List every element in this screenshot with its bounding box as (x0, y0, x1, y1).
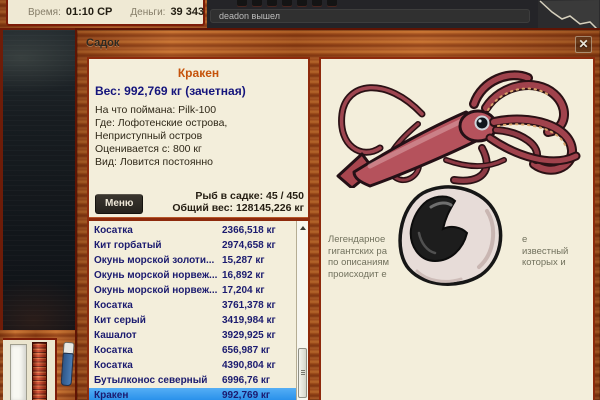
fish-name-heading: Кракен (89, 59, 308, 80)
row-weight: 3419,984 кг (222, 313, 276, 328)
row-weight: 3761,378 кг (222, 298, 276, 313)
row-weight: 992,769 кг (222, 388, 270, 400)
row-name: Окунь морской норвеж... (94, 285, 217, 296)
toolbar-icon[interactable] (282, 0, 292, 6)
list-scrollbar[interactable] (296, 221, 308, 400)
description-text: е (522, 234, 527, 245)
row-name: Бутылконос северный (94, 375, 207, 386)
fish-list-row[interactable]: Бутылконос северный 6996,76 кг (89, 373, 298, 388)
fish-info-panel: Кракен Вес: 992,769 кг (зачетная) На что… (87, 57, 310, 400)
fish-list-row[interactable]: Косатка 2366,518 кг (89, 223, 298, 238)
row-weight: 6996,76 кг (222, 373, 270, 388)
window-title: Садок (86, 37, 119, 49)
menu-button[interactable]: Меню (95, 194, 143, 214)
row-name: Кит горбатый (94, 240, 162, 251)
row-name: Кит серый (94, 315, 146, 326)
description-text: известный (522, 246, 568, 257)
row-weight: 3929,925 кг (222, 328, 276, 343)
fish-list-row[interactable]: Кит горбатый 2974,658 кг (89, 238, 298, 253)
fish-list-row-selected[interactable]: Кракен 992,769 кг (89, 388, 298, 400)
toolbar-icons (237, 0, 337, 6)
kraken-illustration (326, 62, 590, 188)
fish-list-row[interactable]: Окунь морской золоти... 15,287 кг (89, 253, 298, 268)
fish-list-row[interactable]: Окунь морской норвеж... 17,204 кг (89, 283, 298, 298)
row-name: Косатка (94, 360, 133, 371)
scrollbar-thumb[interactable] (298, 348, 307, 398)
tackle-panel (3, 338, 57, 400)
fish-weight-line: Вес: 992,769 кг (зачетная) (95, 84, 308, 98)
keepnet-window: Садок ✕ Кракен Вес: 992,769 кг (зачетная… (75, 28, 600, 400)
toolbar-icon[interactable] (267, 0, 277, 6)
row-weight: 15,287 кг (222, 253, 265, 268)
fish-illustration-panel: Легендарное гигантских ра по описаниям п… (319, 57, 595, 400)
scroll-up-icon[interactable] (300, 226, 306, 230)
fish-rows: Косатка 2366,518 кг Кит горбатый 2974,658 … (89, 223, 298, 400)
cage-total-weight: Общий вес: 128145,226 кг (172, 202, 304, 214)
row-name: Окунь морской норвеж... (94, 270, 217, 281)
row-name: Косатка (94, 300, 133, 311)
game-screen: Время: 01:10 СР Деньги: 39 343 823 руб. … (0, 0, 600, 400)
tension-meter-bar (32, 342, 47, 400)
time-value: 01:10 СР (66, 6, 112, 18)
fish-list-row[interactable]: Окунь морской норвеж... 16,892 кг (89, 268, 298, 283)
kraken-beak-illustration (387, 181, 507, 291)
row-weight: 2974,658 кг (222, 238, 276, 253)
knife-handle (61, 353, 74, 387)
row-weight: 656,987 кг (222, 343, 270, 358)
toolbar-icon[interactable] (312, 0, 322, 6)
knife (60, 342, 75, 389)
fish-bait-line: На что поймана: Pilk-100 (95, 104, 301, 117)
scrollbar-grip-icon (301, 370, 305, 371)
close-icon[interactable]: ✕ (575, 36, 592, 53)
row-name: Кракен (94, 390, 128, 400)
chat-zone: deadon вышел (207, 0, 538, 28)
fish-info-area: Кракен Вес: 992,769 кг (зачетная) На что… (89, 59, 308, 217)
row-weight: 2366,518 кг (222, 223, 276, 238)
toolbar-icon[interactable] (297, 0, 307, 6)
cage-fish-count: Рыб в садке: 45 / 450 (172, 190, 304, 202)
description-text: гигантских ра (328, 246, 387, 257)
money-label: Деньги: (130, 7, 165, 18)
cage-stats: Рыб в садке: 45 / 450 Общий вес: 128145,… (172, 190, 304, 214)
fish-list-row[interactable]: Кит серый 3419,984 кг (89, 313, 298, 328)
top-bar: Время: 01:10 СР Деньги: 39 343 823 руб. … (0, 0, 600, 30)
row-weight: 17,204 кг (222, 283, 265, 298)
fish-min-weight-line: Оценивается с: 800 кг (95, 143, 301, 156)
water-scene (3, 30, 85, 332)
fish-list-row[interactable]: Косатка 4390,804 кг (89, 358, 298, 373)
chat-message: deadon вышел (219, 11, 280, 21)
row-name: Кашалот (94, 330, 137, 341)
fish-list-row[interactable]: Косатка 656,987 кг (89, 343, 298, 358)
window-titlebar[interactable]: Садок ✕ (77, 30, 600, 57)
wooden-deck (0, 330, 85, 400)
toolbar-icon[interactable] (237, 0, 247, 6)
fish-list-row[interactable]: Косатка 3761,378 кг (89, 298, 298, 313)
description-text: которых и (522, 257, 566, 268)
time-label: Время: (28, 7, 61, 18)
description-text: по описаниям (328, 257, 389, 268)
fish-list: Косатка 2366,518 кг Кит горбатый 2974,658 … (89, 221, 308, 400)
row-weight: 4390,804 кг (222, 358, 276, 373)
toolbar-icon[interactable] (252, 0, 262, 6)
fish-details: На что поймана: Pilk-100 Где: Лофотенски… (95, 104, 301, 169)
description-text: происходит е (328, 269, 387, 280)
fish-list-row[interactable]: Кашалот 3929,925 кг (89, 328, 298, 343)
row-name: Косатка (94, 225, 133, 236)
chat-message-bar[interactable]: deadon вышел (210, 9, 530, 23)
toolbar-icon[interactable] (327, 0, 337, 6)
row-name: Косатка (94, 345, 133, 356)
status-panel: Время: 01:10 СР Деньги: 39 343 823 руб. (6, 0, 205, 26)
description-text: Легендарное (328, 234, 385, 245)
row-weight: 16,892 кг (222, 268, 265, 283)
row-name: Окунь морской золоти... (94, 255, 214, 266)
fish-kind-line: Вид: Ловится постоянно (95, 156, 301, 169)
line-gauge-bar (10, 344, 27, 400)
fish-location-line: Где: Лофотенские острова, Неприступный о… (95, 117, 301, 143)
